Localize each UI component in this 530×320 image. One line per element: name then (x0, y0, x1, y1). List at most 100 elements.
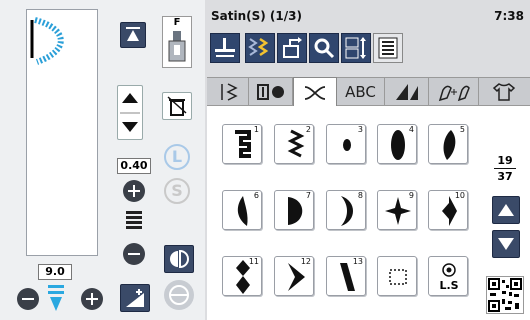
presser-foot-icon (168, 31, 186, 62)
combine-pattern-icon (438, 85, 470, 102)
density-icon (126, 209, 142, 233)
half-moon-satin-icon (288, 197, 303, 225)
plus-icon (128, 185, 140, 197)
title-bar: Satin(S) (1/3) 7:38 (205, 6, 530, 30)
twin-needle-icon (169, 285, 189, 305)
dashed-box-icon (389, 269, 407, 285)
stitch-size-button[interactable] (341, 33, 371, 63)
satin-pattern-icon (395, 84, 418, 100)
stitch-4-button[interactable]: 4 (377, 124, 417, 164)
search-button[interactable] (309, 33, 339, 63)
star-satin-icon (385, 197, 411, 225)
tab-decorative[interactable] (293, 77, 337, 107)
arrow-satin-icon (288, 263, 305, 291)
page-up-button[interactable] (492, 196, 520, 224)
presser-foot-indicator: F (162, 16, 192, 68)
length-indicator-icon (48, 283, 64, 313)
stitch-settings-panel: F 0.40 L S 9.0 (0, 0, 205, 320)
stitch-5-button[interactable]: 5 (428, 124, 468, 164)
presser-foot-label: F (173, 17, 181, 28)
page-divider (494, 168, 516, 169)
page-down-button[interactable] (492, 230, 520, 258)
needle-position-icon (215, 38, 235, 57)
l-mode-badge[interactable]: L (164, 144, 190, 170)
diamond-chain-satin-icon (236, 260, 250, 294)
qr-code-button[interactable] (486, 276, 524, 314)
stitch-preview-graphic (30, 17, 64, 65)
stitch-9-button[interactable]: 9 (377, 190, 417, 230)
memory-button[interactable] (373, 33, 403, 63)
stitch-8-button[interactable]: 8 (326, 190, 366, 230)
leaf-satin-icon (443, 130, 456, 160)
teardrop-satin-icon (237, 196, 248, 226)
minus-icon (22, 298, 34, 300)
elongation-icon (126, 289, 144, 307)
tab-utility-stitches[interactable] (207, 78, 249, 106)
tab-combine[interactable] (429, 78, 479, 106)
stitch-preview (26, 9, 98, 256)
page-current: 19 (497, 154, 513, 167)
twin-needle-button[interactable] (164, 280, 194, 310)
density-decrease-button[interactable] (123, 243, 145, 265)
return-icon (283, 37, 302, 58)
length-increase-button[interactable] (81, 288, 103, 310)
mirror-button[interactable] (164, 245, 194, 273)
thread-cutter-button[interactable] (162, 92, 192, 120)
needle-up-icon (126, 27, 140, 41)
plus-icon (86, 293, 98, 305)
decorative-stitch-icon (304, 85, 326, 100)
tab-satin-patterns[interactable] (385, 78, 429, 106)
stitch-1-button[interactable]: 1 (222, 124, 262, 164)
oval-satin-icon (391, 130, 405, 160)
minus-icon (128, 253, 140, 255)
tab-buttonhole[interactable] (249, 78, 293, 106)
bar-satin-icon (340, 263, 355, 291)
empty-slot-button[interactable] (377, 256, 417, 296)
ls-selector-button[interactable]: L.S (428, 256, 468, 296)
needle-position-button[interactable] (210, 33, 240, 63)
stitch-combine-icon (248, 37, 269, 57)
stitch-13-button[interactable]: 13 (326, 256, 366, 296)
stitch-12-button[interactable]: 12 (274, 256, 314, 296)
return-button[interactable] (277, 33, 307, 63)
s-mode-badge[interactable]: S (164, 178, 190, 204)
zigzag-line-icon (287, 129, 305, 158)
tab-alphabet[interactable]: ABC (337, 78, 385, 106)
shirt-icon (492, 83, 516, 101)
ls-label: L.S (439, 279, 459, 292)
category-tabs: ABC (207, 77, 530, 107)
clock: 7:38 (494, 9, 524, 23)
utility-stitch-icon (220, 83, 238, 101)
stitch-6-button[interactable]: 6 (222, 190, 262, 230)
elongation-button[interactable] (120, 284, 150, 312)
width-increase-button[interactable] (123, 180, 145, 202)
buttonhole-icon (256, 84, 284, 100)
stitch-2-button[interactable]: 2 (274, 124, 314, 164)
mirror-icon (170, 249, 189, 269)
stitch-11-button[interactable]: 11 (222, 256, 262, 296)
crescent-satin-icon (341, 196, 353, 226)
stitch-10-button[interactable]: 10 (428, 190, 468, 230)
category-title: Satin(S) (1/3) (211, 9, 302, 23)
stitch-combine-button[interactable] (245, 33, 275, 63)
half-diamond-satin-icon (442, 196, 457, 226)
length-decrease-button[interactable] (17, 288, 39, 310)
page-total: 37 (497, 170, 513, 183)
stitch-length-value: 9.0 (38, 264, 72, 280)
memory-list-icon (378, 37, 398, 59)
triangle-down-icon (498, 238, 514, 250)
qr-code-icon (488, 278, 522, 312)
stitch-size-icon (345, 37, 366, 59)
up-down-arrows-icon (120, 93, 140, 132)
needle-up-button[interactable] (120, 22, 146, 48)
tab-garment[interactable] (479, 78, 529, 106)
dot-satin-icon (343, 139, 351, 151)
stitch-3-button[interactable]: 3 (326, 124, 366, 164)
trash-cut-icon (167, 96, 187, 116)
stitch-width-value: 0.40 (117, 158, 151, 174)
zigzag-block-icon (235, 130, 251, 158)
search-icon (314, 38, 335, 59)
stitch-7-button[interactable]: 7 (274, 190, 314, 230)
triangle-up-icon (498, 204, 514, 216)
width-stepper[interactable] (117, 85, 143, 140)
